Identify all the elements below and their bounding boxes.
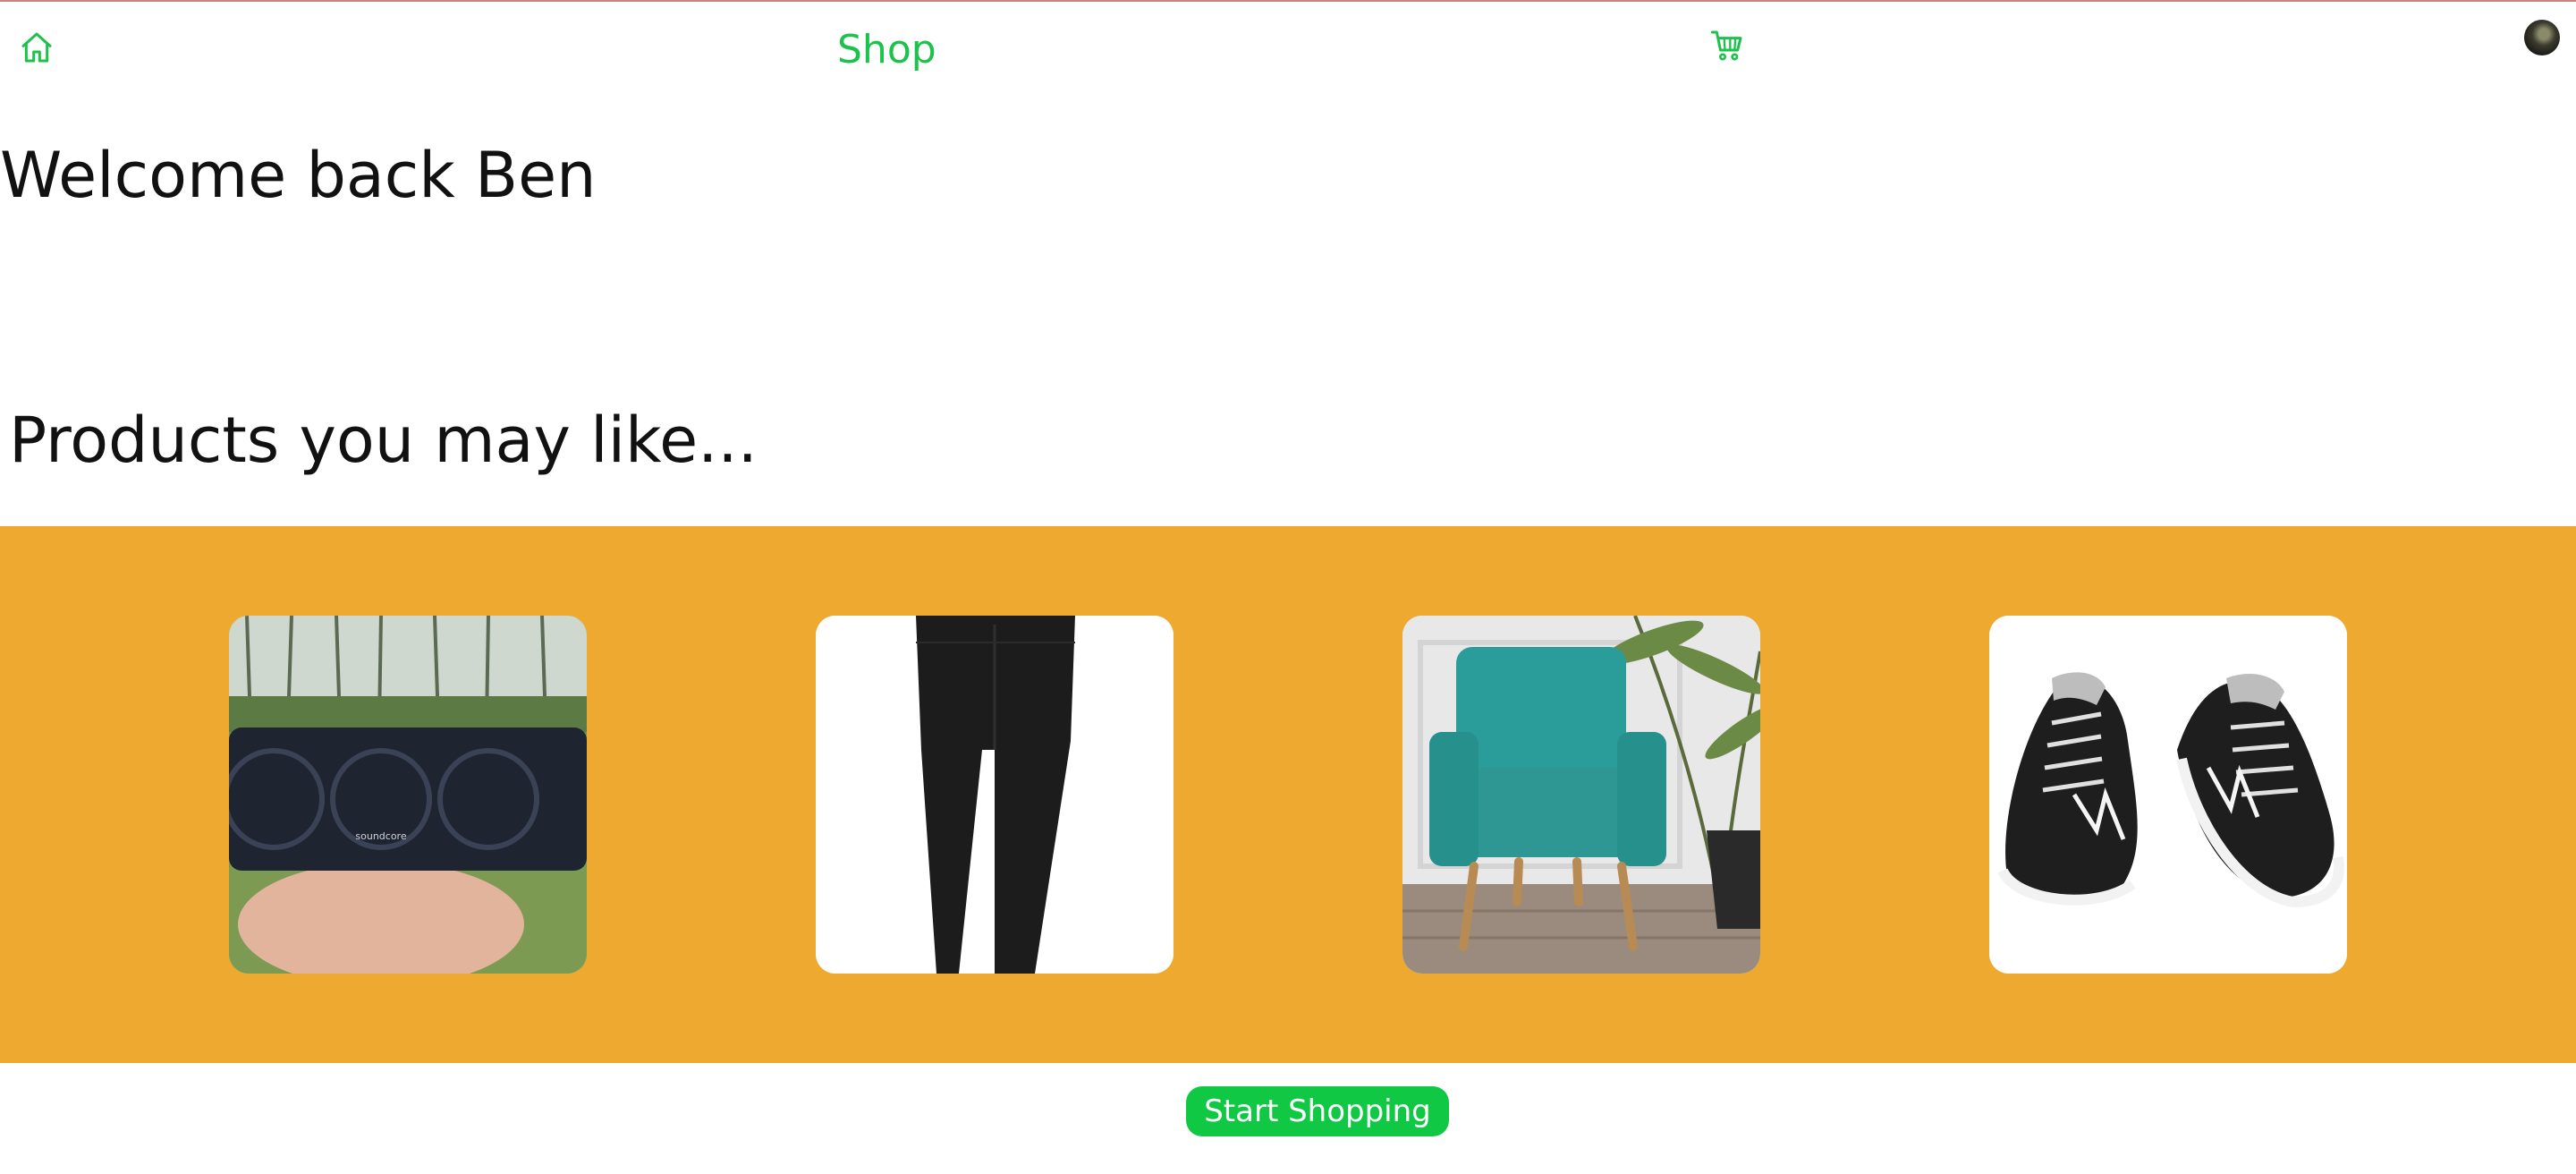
product-card-speaker[interactable]: soundcore [229,616,587,974]
product-card-pants[interactable] [816,616,1174,974]
svg-text:soundcore: soundcore [355,830,406,842]
start-shopping-button[interactable]: Start Shopping [1186,1086,1449,1136]
armchair-image [1402,616,1760,974]
top-nav: Shop [0,2,2576,91]
recommendations-title: Products you may like... [9,404,758,477]
speaker-image: soundcore [229,616,587,974]
products-carousel: soundcore [0,526,2576,1063]
shop-link[interactable]: Shop [837,25,936,75]
user-avatar[interactable] [2524,20,2560,55]
home-icon [21,32,52,63]
cart-icon [1710,30,1742,61]
pants-image [816,616,1174,974]
cart-button[interactable] [1707,25,1748,66]
product-card-sneakers[interactable] [1989,616,2347,974]
home-button[interactable] [16,27,57,68]
product-card-armchair[interactable] [1402,616,1760,974]
welcome-heading: Welcome back Ben [0,139,597,212]
sneakers-image [1989,616,2347,974]
